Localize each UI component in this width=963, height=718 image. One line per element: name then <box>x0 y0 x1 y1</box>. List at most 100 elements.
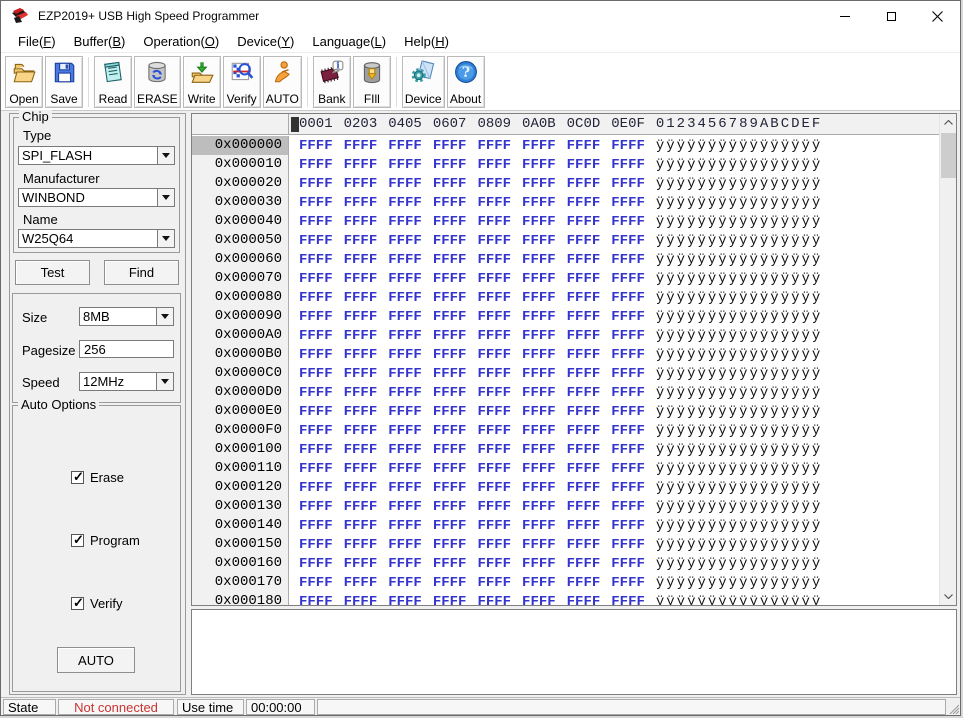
ascii-cell[interactable]: ÿÿÿÿÿÿÿÿÿÿÿÿÿÿÿÿ <box>656 423 822 439</box>
hex-word-cell[interactable]: FFFF <box>611 556 645 572</box>
hex-word-cell[interactable]: FFFF <box>522 176 556 192</box>
hex-word-cell[interactable]: FFFF <box>477 138 511 154</box>
chip-name-select[interactable]: W25Q64 <box>18 229 175 248</box>
hex-word-cell[interactable]: FFFF <box>299 461 333 477</box>
hex-word-cell[interactable]: FFFF <box>567 385 601 401</box>
hex-word-cell[interactable]: FFFF <box>567 290 601 306</box>
hex-word-cell[interactable]: FFFF <box>388 309 422 325</box>
hex-word-cell[interactable]: FFFF <box>477 480 511 496</box>
hex-word-cell[interactable]: FFFF <box>344 176 378 192</box>
hex-word-cell[interactable]: FFFF <box>388 594 422 606</box>
ascii-cell[interactable]: ÿÿÿÿÿÿÿÿÿÿÿÿÿÿÿÿ <box>656 518 822 534</box>
hex-word-cell[interactable]: FFFF <box>344 271 378 287</box>
hex-word-cell[interactable]: FFFF <box>388 461 422 477</box>
size-select[interactable]: 8MB <box>79 307 174 326</box>
vertical-scrollbar[interactable] <box>939 114 956 605</box>
hex-word-cell[interactable]: FFFF <box>344 556 378 572</box>
hex-word-cell[interactable]: FFFF <box>299 480 333 496</box>
ascii-cell[interactable]: ÿÿÿÿÿÿÿÿÿÿÿÿÿÿÿÿ <box>656 404 822 420</box>
ascii-cell[interactable]: ÿÿÿÿÿÿÿÿÿÿÿÿÿÿÿÿ <box>656 252 822 268</box>
ascii-cell[interactable]: ÿÿÿÿÿÿÿÿÿÿÿÿÿÿÿÿ <box>656 537 822 553</box>
ascii-cell[interactable]: ÿÿÿÿÿÿÿÿÿÿÿÿÿÿÿÿ <box>656 271 822 287</box>
hex-word-cell[interactable]: FFFF <box>477 157 511 173</box>
hex-word-cell[interactable]: FFFF <box>611 385 645 401</box>
hex-word-cell[interactable]: FFFF <box>567 404 601 420</box>
hex-word-cell[interactable]: FFFF <box>567 442 601 458</box>
hex-word-cell[interactable]: FFFF <box>299 594 333 606</box>
ascii-cell[interactable]: ÿÿÿÿÿÿÿÿÿÿÿÿÿÿÿÿ <box>656 461 822 477</box>
hex-word-cell[interactable]: FFFF <box>522 309 556 325</box>
hex-word-cell[interactable]: FFFF <box>344 138 378 154</box>
hex-word-cell[interactable]: FFFF <box>477 252 511 268</box>
hex-word-cell[interactable]: FFFF <box>433 138 467 154</box>
ascii-cell[interactable]: ÿÿÿÿÿÿÿÿÿÿÿÿÿÿÿÿ <box>656 290 822 306</box>
hex-word-cell[interactable]: FFFF <box>344 594 378 606</box>
hex-word-cell[interactable]: FFFF <box>433 594 467 606</box>
hex-word-cell[interactable]: FFFF <box>567 214 601 230</box>
menu-operation[interactable]: Operation(O) <box>134 32 228 52</box>
hex-word-cell[interactable]: FFFF <box>522 461 556 477</box>
hex-word-cell[interactable]: FFFF <box>299 157 333 173</box>
hex-word-cell[interactable]: FFFF <box>388 480 422 496</box>
ascii-cell[interactable]: ÿÿÿÿÿÿÿÿÿÿÿÿÿÿÿÿ <box>656 309 822 325</box>
hex-word-cell[interactable]: FFFF <box>522 499 556 515</box>
hex-word-cell[interactable]: FFFF <box>611 271 645 287</box>
erase-checkbox[interactable]: Erase <box>71 470 124 485</box>
hex-word-cell[interactable]: FFFF <box>611 499 645 515</box>
hex-word-cell[interactable]: FFFF <box>567 195 601 211</box>
hex-word-cell[interactable]: FFFF <box>477 195 511 211</box>
hex-word-cell[interactable]: FFFF <box>477 328 511 344</box>
find-button[interactable]: Find <box>104 260 179 285</box>
hex-word-cell[interactable]: FFFF <box>522 233 556 249</box>
hex-word-cell[interactable]: FFFF <box>344 480 378 496</box>
hex-word-cell[interactable]: FFFF <box>344 442 378 458</box>
hex-word-cell[interactable]: FFFF <box>611 480 645 496</box>
scroll-down-button[interactable] <box>940 588 957 605</box>
hex-word-cell[interactable]: FFFF <box>567 138 601 154</box>
chip-type-select[interactable]: SPI_FLASH <box>18 146 175 165</box>
hex-word-cell[interactable]: FFFF <box>299 556 333 572</box>
hex-word-cell[interactable]: FFFF <box>299 214 333 230</box>
hex-word-cell[interactable]: FFFF <box>388 423 422 439</box>
ascii-cell[interactable]: ÿÿÿÿÿÿÿÿÿÿÿÿÿÿÿÿ <box>656 176 822 192</box>
hex-word-cell[interactable]: FFFF <box>477 347 511 363</box>
hex-word-cell[interactable]: FFFF <box>388 556 422 572</box>
hex-word-cell[interactable]: FFFF <box>433 233 467 249</box>
resize-grip[interactable] <box>947 702 959 714</box>
menu-file[interactable]: File(F) <box>9 32 65 52</box>
minimize-button[interactable] <box>822 1 868 31</box>
hex-word-cell[interactable]: FFFF <box>344 290 378 306</box>
hex-word-cell[interactable]: FFFF <box>567 594 601 606</box>
hex-word-cell[interactable]: FFFF <box>344 309 378 325</box>
hex-word-cell[interactable]: FFFF <box>344 347 378 363</box>
hex-word-cell[interactable]: FFFF <box>522 575 556 591</box>
hex-word-cell[interactable]: FFFF <box>611 157 645 173</box>
hex-word-cell[interactable]: FFFF <box>477 233 511 249</box>
ascii-cell[interactable]: ÿÿÿÿÿÿÿÿÿÿÿÿÿÿÿÿ <box>656 138 822 154</box>
test-button[interactable]: Test <box>15 260 90 285</box>
hex-word-cell[interactable]: FFFF <box>522 442 556 458</box>
ascii-cell[interactable]: ÿÿÿÿÿÿÿÿÿÿÿÿÿÿÿÿ <box>656 347 822 363</box>
hex-word-cell[interactable]: FFFF <box>388 157 422 173</box>
hex-word-cell[interactable]: FFFF <box>433 347 467 363</box>
hex-word-cell[interactable]: FFFF <box>299 328 333 344</box>
hex-word-cell[interactable]: FFFF <box>433 271 467 287</box>
hex-word-cell[interactable]: FFFF <box>611 404 645 420</box>
hex-word-cell[interactable]: FFFF <box>477 404 511 420</box>
hex-word-cell[interactable]: FFFF <box>388 499 422 515</box>
hex-word-cell[interactable]: FFFF <box>522 404 556 420</box>
hex-word-cell[interactable]: FFFF <box>388 442 422 458</box>
ascii-cell[interactable]: ÿÿÿÿÿÿÿÿÿÿÿÿÿÿÿÿ <box>656 214 822 230</box>
hex-word-cell[interactable]: FFFF <box>611 442 645 458</box>
speed-dropdown-button[interactable] <box>156 373 173 390</box>
manufacturer-dropdown-button[interactable] <box>157 189 174 206</box>
hex-word-cell[interactable]: FFFF <box>299 252 333 268</box>
hex-word-cell[interactable]: FFFF <box>477 461 511 477</box>
hex-word-cell[interactable]: FFFF <box>567 347 601 363</box>
hex-word-cell[interactable]: FFFF <box>611 537 645 553</box>
hex-word-cell[interactable]: FFFF <box>611 328 645 344</box>
manufacturer-select[interactable]: WINBOND <box>18 188 175 207</box>
hex-word-cell[interactable]: FFFF <box>477 176 511 192</box>
ascii-cell[interactable]: ÿÿÿÿÿÿÿÿÿÿÿÿÿÿÿÿ <box>656 385 822 401</box>
program-checkbox[interactable]: Program <box>71 533 140 548</box>
